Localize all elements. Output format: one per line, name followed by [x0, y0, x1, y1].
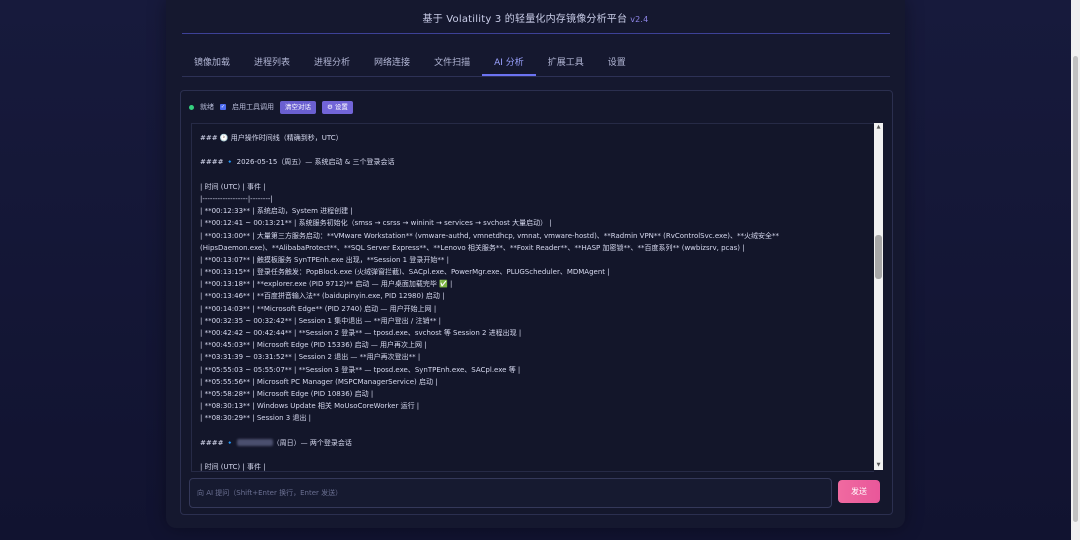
chat-input-box: [189, 478, 832, 508]
tab-0[interactable]: 镜像加载: [182, 52, 242, 74]
tool-call-checkbox[interactable]: ✓: [220, 104, 226, 110]
scroll-down-icon[interactable]: ▼: [875, 462, 882, 469]
tool-call-label: 启用工具调用: [232, 103, 274, 111]
chat-line: | **05:55:03 ~ 05:55:07** | **Session 3 …: [200, 365, 521, 374]
tab-bar: 镜像加载 进程列表 进程分析 网络连接 文件扫描 AI 分析 扩展工具 设置: [182, 52, 638, 76]
chat-line: | **03:31:39 ~ 03:31:52** | Session 2 退出…: [200, 353, 421, 362]
settings-button[interactable]: ⚙ 设置: [322, 100, 353, 114]
chat-toolbar: 就绪 ✓ 启用工具调用 清空对话 ⚙ 设置: [189, 100, 353, 114]
chat-line: | **00:12:33** | 系统启动，System 进程创建 |: [200, 207, 353, 216]
chat-line: | **00:13:00** | 大量第三方服务启动：**VMware Work…: [200, 231, 779, 240]
chat-scroll-thumb[interactable]: [875, 235, 882, 279]
scroll-up-icon[interactable]: ▲: [875, 124, 882, 131]
chat-line: | **00:12:41 ~ 00:13:21** | 系统服务初始化（smss…: [200, 219, 552, 228]
chat-line: (HipsDaemon.exe)、**AlibabaProtect**、**SQ…: [200, 243, 745, 252]
tab-5[interactable]: AI 分析: [482, 52, 536, 76]
page-scroll-thumb[interactable]: [1073, 56, 1078, 522]
app-title: 基于 Volatility 3 的轻量化内存镜像分析平台 v2.4: [166, 10, 905, 25]
tab-2[interactable]: 进程分析: [302, 52, 362, 74]
chat-line: | **00:14:03** | **Microsoft Edge** (PID…: [200, 304, 437, 313]
chat-line: | **00:45:03** | Microsoft Edge (PID 153…: [200, 341, 427, 350]
chat-message-content: ### 🕐 用户操作时间线（精确到秒，UTC） #### 🔹 2026-05-15…: [200, 132, 812, 472]
redacted-date: [236, 439, 273, 447]
tab-3[interactable]: 网络连接: [362, 52, 422, 74]
chat-line: | **08:30:29** | Session 3 退出 |: [200, 414, 312, 423]
chat-line: | **05:55:56** | Microsoft PC Manager (M…: [200, 377, 438, 386]
tab-6[interactable]: 扩展工具: [536, 52, 596, 74]
chat-line: | **05:58:28** | Microsoft Edge (PID 108…: [200, 389, 374, 398]
chat-line: ### 🕐 用户操作时间线（精确到秒，UTC）: [200, 134, 343, 142]
send-button[interactable]: 发送: [838, 480, 880, 503]
chat-line: #### 🔹 2026-05-15（周五）— 系统启动 & 三个登录会话: [200, 158, 395, 167]
chat-line: |------------------|--------|: [200, 194, 273, 203]
chat-scrollbar[interactable]: ▲ ▼: [874, 123, 883, 470]
chat-blank-line: [200, 144, 812, 156]
title-divider: [182, 33, 890, 34]
chat-blank-line: [200, 449, 812, 461]
status-indicator-icon: [189, 104, 194, 110]
tab-1[interactable]: 进程列表: [242, 52, 302, 74]
tab-4[interactable]: 文件扫描: [422, 52, 482, 74]
app-version: v2.4: [630, 15, 649, 24]
chat-blank-line: [200, 169, 812, 181]
chat-line: #### 🔹 （周日）— 两个登录会话: [200, 438, 352, 447]
chat-line: | 时间 (UTC) | 事件 |: [200, 182, 266, 191]
chat-line: | **00:13:46** | **百度拼音输入法** (baidupinyi…: [200, 292, 445, 301]
status-label: 就绪: [200, 103, 214, 111]
tab-7[interactable]: 设置: [596, 52, 638, 74]
chat-line: | 时间 (UTC) | 事件 |: [200, 463, 266, 472]
chat-line: | **00:32:35 ~ 00:32:42** | Session 1 集中…: [200, 316, 442, 325]
chat-line: | **00:13:18** | **explorer.exe (PID 971…: [200, 280, 453, 289]
clear-chat-button[interactable]: 清空对话: [280, 100, 316, 114]
app-title-text: 基于 Volatility 3 的轻量化内存镜像分析平台: [422, 14, 628, 25]
tab-divider: [182, 76, 890, 77]
chat-line: | **00:13:15** | 登录任务触发：PopBlock.exe (火绒…: [200, 268, 610, 277]
chat-line: | **00:13:07** | 触摸板服务 SynTPEnh.exe 出现，*…: [200, 255, 449, 264]
chat-messages[interactable]: ### 🕐 用户操作时间线（精确到秒，UTC） #### 🔹 2026-05-15…: [191, 123, 819, 472]
chat-side-gutter: [818, 123, 874, 472]
chat-line: | **00:42:42 ~ 00:42:44** | **Session 2 …: [200, 329, 522, 337]
chat-blank-line: [200, 425, 812, 437]
chat-line: | **08:30:13** | Windows Update 相关 MoUso…: [200, 402, 420, 411]
chat-input[interactable]: [190, 479, 831, 507]
